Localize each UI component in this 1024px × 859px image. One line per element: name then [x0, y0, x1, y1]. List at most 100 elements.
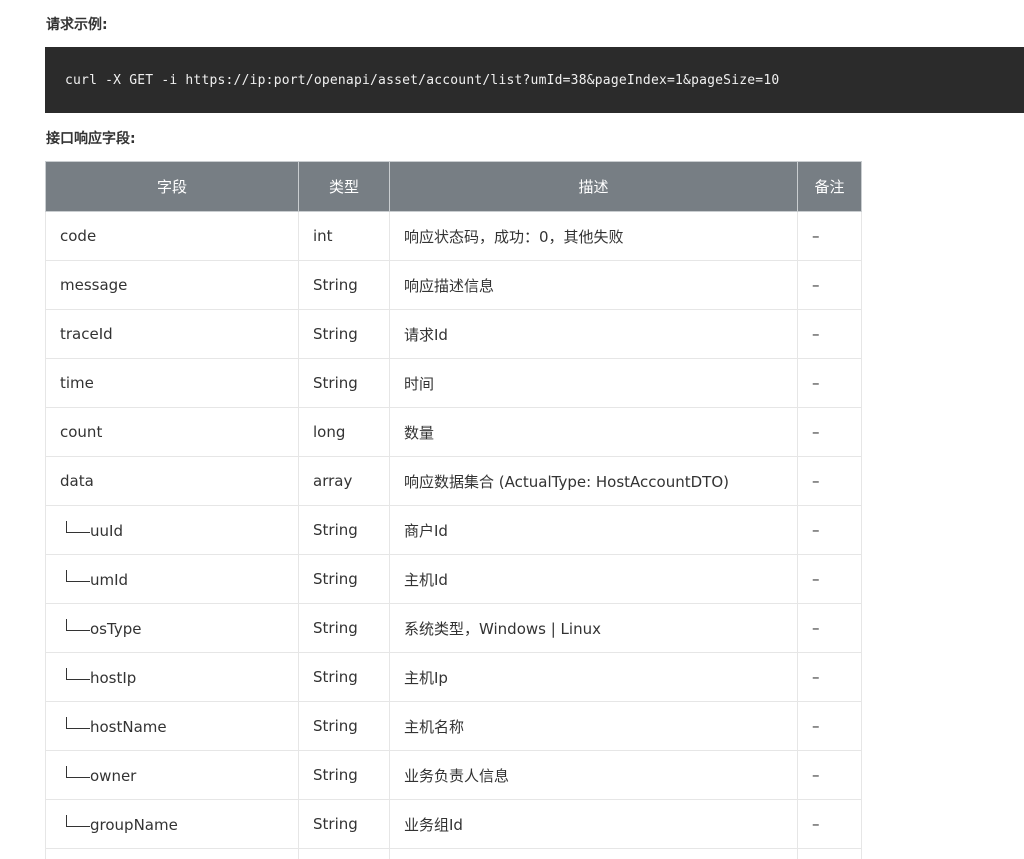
column-header-type: 类型 — [298, 161, 390, 212]
field-description: 响应状态码，成功：0，其他失败 — [389, 211, 798, 261]
field-note: – — [797, 505, 862, 555]
field-name-cell: hostName — [45, 701, 299, 751]
tree-branch-icon — [66, 716, 90, 729]
column-header-note: 备注 — [797, 161, 862, 212]
field-name-cell: data — [45, 456, 299, 506]
field-note: – — [797, 309, 862, 359]
tree-branch-icon — [66, 765, 90, 778]
field-note: – — [797, 799, 862, 849]
field-name: hostIp — [90, 668, 137, 687]
table-row: traceId String 请求Id – — [45, 309, 862, 359]
field-note: – — [797, 750, 862, 800]
field-name: owner — [90, 766, 137, 785]
table-row: hostName String 主机名称 – — [45, 701, 862, 751]
field-name: count — [60, 423, 103, 441]
field-name: umId — [90, 570, 129, 589]
field-type: String — [298, 309, 390, 359]
field-name-cell: uuId — [45, 505, 299, 555]
field-type: String — [298, 701, 390, 751]
field-name: time — [60, 374, 94, 392]
response-fields-heading: 接口响应字段: — [46, 131, 136, 147]
request-code-block: curl -X GET -i https://ip:port/openapi/a… — [45, 47, 1024, 113]
field-note: – — [797, 260, 862, 310]
field-name-cell: groupName — [45, 799, 299, 849]
api-doc-page: 请求示例: curl -X GET -i https://ip:port/ope… — [0, 0, 1024, 859]
column-header-description: 描述 — [389, 161, 798, 212]
field-note: – — [797, 554, 862, 604]
field-type: String — [298, 260, 390, 310]
field-description: 商户Id — [389, 505, 798, 555]
field-description: 系统类型，Windows | Linux — [389, 603, 798, 653]
tree-branch-icon — [66, 667, 90, 680]
tree-branch-icon — [66, 814, 90, 827]
field-description: 主机Ip — [389, 652, 798, 702]
field-name: uuId — [90, 521, 123, 540]
table-row: code int 响应状态码，成功：0，其他失败 – — [45, 211, 862, 261]
tree-branch-icon — [66, 569, 90, 582]
field-name: data — [60, 472, 94, 490]
field-type: String — [298, 750, 390, 800]
tree-branch-icon — [66, 618, 90, 631]
table-row: data array 响应数据集合 (ActualType: HostAccount… — [45, 456, 862, 506]
field-type — [298, 848, 390, 859]
field-note: – — [797, 358, 862, 408]
field-description: 响应描述信息 — [389, 260, 798, 310]
field-name-cell: hostIp — [45, 652, 299, 702]
field-name-cell: umId — [45, 554, 299, 604]
field-description: 业务负责人信息 — [389, 750, 798, 800]
field-description: 响应数据集合 (ActualType: HostAccountDTO) — [389, 456, 798, 506]
field-description — [389, 848, 798, 859]
field-note: – — [797, 456, 862, 506]
table-row — [45, 848, 862, 859]
field-name-cell: message — [45, 260, 299, 310]
column-header-field: 字段 — [45, 161, 299, 212]
field-type: String — [298, 799, 390, 849]
field-type: String — [298, 358, 390, 408]
field-name: osType — [90, 619, 142, 638]
table-row: time String 时间 – — [45, 358, 862, 408]
table-row: groupName String 业务组Id – — [45, 799, 862, 849]
table-row: uuId String 商户Id – — [45, 505, 862, 555]
field-note: – — [797, 652, 862, 702]
field-note — [797, 848, 862, 859]
curl-command: curl -X GET -i https://ip:port/openapi/a… — [65, 72, 780, 88]
field-type: String — [298, 603, 390, 653]
field-type: String — [298, 652, 390, 702]
field-name-cell: traceId — [45, 309, 299, 359]
field-name-cell: count — [45, 407, 299, 457]
field-name-cell: osType — [45, 603, 299, 653]
field-description: 请求Id — [389, 309, 798, 359]
table-row: umId String 主机Id – — [45, 554, 862, 604]
field-name-cell: code — [45, 211, 299, 261]
field-type: long — [298, 407, 390, 457]
field-note: – — [797, 701, 862, 751]
field-name-cell — [45, 848, 299, 859]
field-description: 时间 — [389, 358, 798, 408]
field-name: groupName — [90, 815, 178, 834]
field-type: String — [298, 505, 390, 555]
field-name: code — [60, 227, 97, 245]
field-name: traceId — [60, 325, 113, 343]
table-row: message String 响应描述信息 – — [45, 260, 862, 310]
response-fields-table: 字段 类型 描述 备注 code int 响应状态码，成功：0，其他失败 – messa… — [45, 161, 862, 859]
table-row: owner String 业务负责人信息 – — [45, 750, 862, 800]
field-description: 数量 — [389, 407, 798, 457]
field-name: message — [60, 276, 128, 294]
field-name-cell: owner — [45, 750, 299, 800]
field-name-cell: time — [45, 358, 299, 408]
table-row: hostIp String 主机Ip – — [45, 652, 862, 702]
field-note: – — [797, 211, 862, 261]
field-description: 业务组Id — [389, 799, 798, 849]
field-description: 主机Id — [389, 554, 798, 604]
field-name: hostName — [90, 717, 167, 736]
field-description: 主机名称 — [389, 701, 798, 751]
field-type: int — [298, 211, 390, 261]
table-row: osType String 系统类型，Windows | Linux – — [45, 603, 862, 653]
request-example-heading: 请求示例: — [46, 17, 108, 33]
table-row: count long 数量 – — [45, 407, 862, 457]
field-note: – — [797, 407, 862, 457]
table-body: code int 响应状态码，成功：0，其他失败 – message String 响应描述… — [45, 211, 862, 859]
field-type: array — [298, 456, 390, 506]
tree-branch-icon — [66, 520, 90, 533]
table-header-row: 字段 类型 描述 备注 — [45, 161, 862, 212]
